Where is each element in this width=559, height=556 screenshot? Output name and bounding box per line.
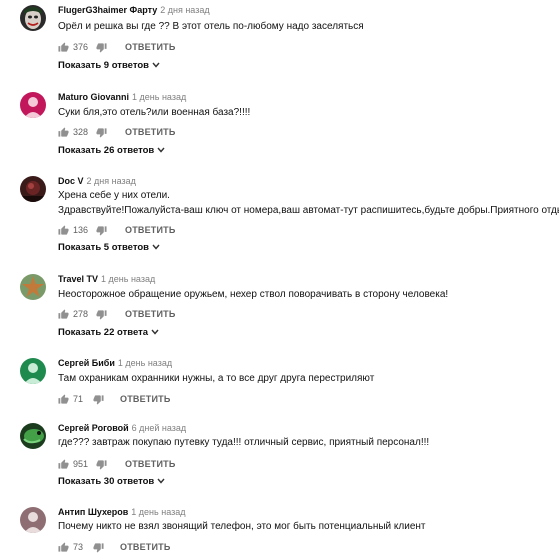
comment-time[interactable]: 1 день назад [132,92,186,102]
comment-text: Орёл и решка вы где ?? В этот отель по-л… [58,19,364,34]
comment-author[interactable]: Travel TV [58,274,98,284]
green-lizard-avatar[interactable] [20,423,46,449]
show-replies-label: Показать 30 ответов [58,476,155,487]
thumbs-up-icon[interactable] [58,394,69,405]
comment-author[interactable]: Maturo Giovanni [58,92,129,102]
comment-text: Почему никто не взял звонящий телефон, э… [58,519,425,534]
comment-author[interactable]: Сергей Роговой [58,423,129,433]
joker-face-avatar[interactable] [20,5,46,31]
comment-header: Doc V2 дня назад [58,176,136,186]
reply-button[interactable]: ОТВЕТИТЬ [120,394,171,404]
reply-button[interactable]: ОТВЕТИТЬ [125,309,176,319]
comment-author[interactable]: FlugerG3haimer Фарту [58,5,157,15]
like-count: 376 [73,42,89,52]
thumbs-down-icon[interactable] [96,459,107,470]
comment-header: Сергей Роговой 6 дней назад [58,423,186,433]
comment-header: Maturo Giovanni 1 день назад [58,92,186,102]
like-count: 278 [73,309,89,319]
default-person-avatar[interactable] [20,92,46,118]
thumbs-down-icon[interactable] [93,394,104,405]
chevron-down-icon [152,245,160,251]
comment-text-line: Хрена себе у них отели. [58,190,170,201]
dark-photo-avatar[interactable] [20,176,46,202]
thumbs-up-icon[interactable] [58,225,69,236]
show-replies-button[interactable]: Показать 26 ответов [58,145,165,156]
show-replies-button[interactable]: Показать 22 ответа [58,327,159,338]
comment-text: Суки бля,это отель?или военная база?!!!! [58,105,250,120]
comment-time[interactable]: 1 день назад [131,507,185,517]
comment-text-line: Неосторожное обращение оружьем, нехер ст… [58,289,449,300]
comment-text: Хрена себе у них отели. Здравствуйте!Пож… [58,188,559,218]
comment-text-line: Здравствуйте!Пожалуйста-ваш ключ от номе… [58,205,559,216]
reply-button[interactable]: ОТВЕТИТЬ [125,127,176,137]
starfish-avatar[interactable] [20,274,46,300]
default-person-avatar[interactable] [20,507,46,533]
comment-time[interactable]: 1 день назад [118,358,172,368]
show-replies-label: Показать 22 ответа [58,327,149,338]
comment-text-line: Там охраникам охранники нужны, а то все … [58,373,375,384]
comment-text: где??? завтраж покупаю путевку туда!!! о… [58,435,429,450]
show-replies-label: Показать 26 ответов [58,145,155,156]
chevron-down-icon [152,63,160,69]
thumbs-up-icon[interactable] [58,459,69,470]
thumbs-up-icon[interactable] [58,309,69,320]
comment-header: FlugerG3haimer Фарту 2 дня назад [58,5,210,15]
like-count: 73 [73,542,84,552]
thumbs-down-icon[interactable] [96,42,107,53]
like-count: 951 [73,459,89,469]
show-replies-label: Показать 5 ответов [58,242,149,253]
reply-button[interactable]: ОТВЕТИТЬ [125,225,176,235]
comment-time[interactable]: 1 день назад [101,274,155,284]
thumbs-down-icon[interactable] [96,127,107,138]
like-count: 71 [73,394,84,404]
like-count: 328 [73,127,89,137]
comment-text-line: Орёл и решка вы где ?? В этот отель по-л… [58,21,364,32]
reply-button[interactable]: ОТВЕТИТЬ [125,459,176,469]
chevron-down-icon [157,148,165,154]
show-replies-button[interactable]: Показать 30 ответов [58,476,165,487]
thumbs-up-icon[interactable] [58,127,69,138]
comment-time[interactable]: 2 дня назад [87,176,136,186]
comment-author[interactable]: Антип Шухеров [58,507,128,517]
thumbs-down-icon[interactable] [96,225,107,236]
chevron-down-icon [151,330,159,336]
comment-author[interactable]: Doc V [58,176,84,186]
thumbs-up-icon[interactable] [58,542,69,553]
like-count: 136 [73,225,89,235]
comment-header: Антип Шухеров 1 день назад [58,507,185,517]
default-person-avatar[interactable] [20,358,46,384]
comment-time[interactable]: 2 дня назад [160,5,209,15]
reply-button[interactable]: ОТВЕТИТЬ [120,542,171,552]
comment-text: Неосторожное обращение оружьем, нехер ст… [58,287,448,302]
chevron-down-icon [157,479,165,485]
show-replies-button[interactable]: Показать 9 ответов [58,60,160,71]
thumbs-down-icon[interactable] [96,309,107,320]
comment-header: Сергей Биби 1 день назад [58,358,172,368]
show-replies-button[interactable]: Показать 5 ответов [58,242,160,253]
reply-button[interactable]: ОТВЕТИТЬ [125,42,176,52]
comment-text-line: где??? завтраж покупаю путевку туда!!! о… [58,437,430,448]
comment-author[interactable]: Сергей Биби [58,358,115,368]
comment-text-line: Почему никто не взял звонящий телефон, э… [58,521,426,532]
thumbs-down-icon[interactable] [93,542,104,553]
comment-text-line: Суки бля,это отель?или военная база?!!!! [58,107,251,118]
comment-text: Там охраникам охранники нужны, а то все … [58,371,374,386]
thumbs-up-icon[interactable] [58,42,69,53]
show-replies-label: Показать 9 ответов [58,60,149,71]
comment-time[interactable]: 6 дней назад [132,423,187,433]
comment-header: Travel TV 1 день назад [58,274,155,284]
